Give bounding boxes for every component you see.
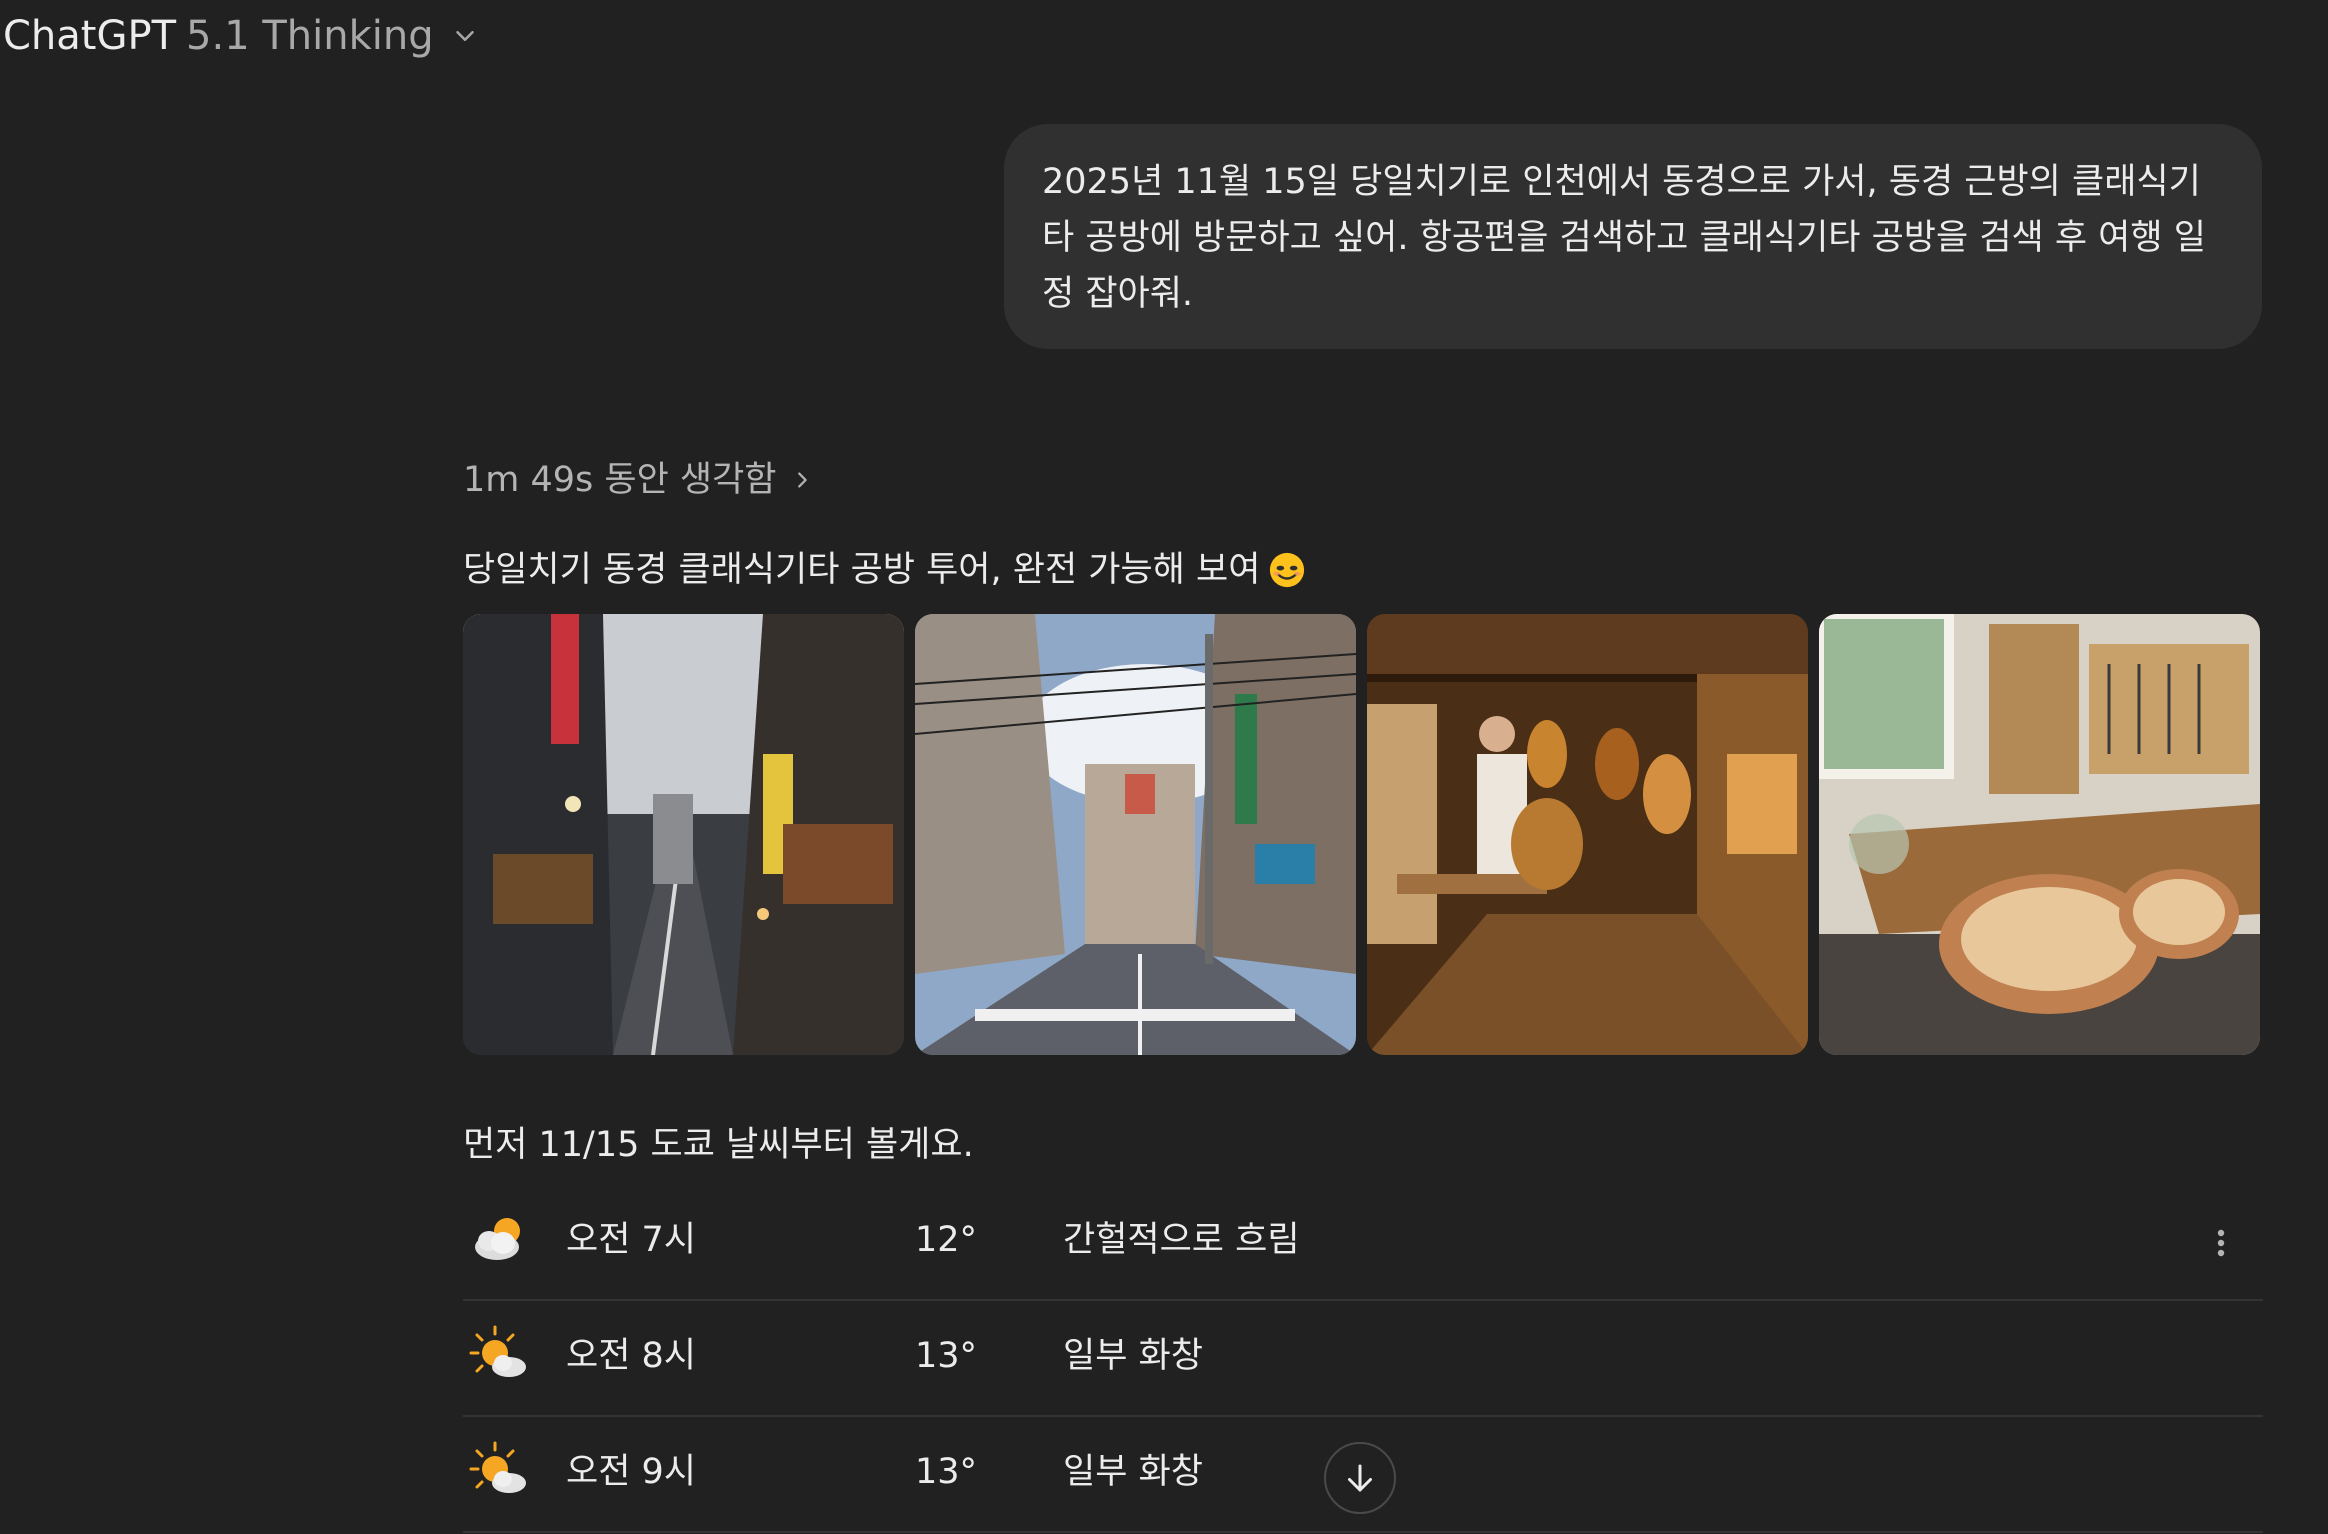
weather-time: 오전 8시	[566, 1336, 696, 1376]
image-guitar-workshop-bench[interactable]	[1819, 614, 2260, 1055]
weather-time: 오전 9시	[566, 1452, 696, 1492]
weather-temp: 13°	[915, 1452, 978, 1492]
assistant-heading-text: 당일치기 동경 클래식기타 공방 투어, 완전 가능해 보여	[463, 550, 1261, 590]
image-guitar-workshop-luthier[interactable]	[1367, 614, 1808, 1055]
scroll-to-bottom-button[interactable]	[1324, 1442, 1396, 1514]
arrow-down-icon	[1348, 1464, 1372, 1492]
guitar-workshop-luthier-image	[1367, 614, 1808, 1055]
sun-cloud-icon	[469, 1325, 526, 1377]
weather-condition: 일부 화창	[1063, 1452, 1203, 1492]
assistant-heading: 당일치기 동경 클래식기타 공방 투어, 완전 가능해 보여	[463, 545, 1306, 595]
thinking-toggle[interactable]: 1m 49s 동안 생각함	[463, 455, 813, 505]
model-name: 5.1 Thinking	[186, 13, 434, 59]
image-tokyo-residential-street[interactable]	[915, 614, 1356, 1055]
thinking-label: 1m 49s 동안 생각함	[463, 460, 777, 500]
tokyo-street-night-image	[463, 614, 904, 1055]
weather-intro-text: 먼저 11/15 도쿄 날씨부터 볼게요.	[463, 1125, 974, 1165]
image-tokyo-street-night[interactable]	[463, 614, 904, 1055]
chevron-right-icon	[797, 472, 807, 488]
guitar-workshop-bench-image	[1819, 614, 2260, 1055]
weather-condition: 일부 화창	[1063, 1336, 1203, 1376]
chat-page: ChatGPT 5.1 Thinking 2025년 11월 15일 당일치기로…	[0, 0, 2328, 1534]
partly-cloudy-icon	[475, 1218, 520, 1260]
brand-name: ChatGPT	[3, 13, 177, 59]
weather-time: 오전 7시	[566, 1220, 696, 1260]
weather-row: 오전 7시 12° 간헐적으로 흐림	[463, 1185, 2263, 1301]
weather-temp: 12°	[915, 1220, 978, 1260]
more-options-icon[interactable]	[2201, 1223, 2241, 1263]
smiling-face-icon	[1270, 552, 1305, 588]
model-selector[interactable]: ChatGPT 5.1 Thinking	[3, 8, 480, 64]
weather-temp: 13°	[915, 1336, 978, 1376]
user-message-text: 2025년 11월 15일 당일치기로 인천에서 동경으로 가서, 동경 근방의…	[1042, 162, 2206, 314]
user-message-bubble: 2025년 11월 15일 당일치기로 인천에서 동경으로 가서, 동경 근방의…	[1004, 124, 2262, 349]
weather-row: 오전 8시 13° 일부 화창	[463, 1301, 2263, 1417]
image-gallery	[463, 614, 2260, 1055]
weather-condition: 간헐적으로 흐림	[1063, 1220, 1300, 1260]
chevron-down-icon	[455, 31, 474, 41]
tokyo-residential-street-image	[915, 614, 1356, 1055]
sun-cloud-icon	[469, 1441, 526, 1493]
